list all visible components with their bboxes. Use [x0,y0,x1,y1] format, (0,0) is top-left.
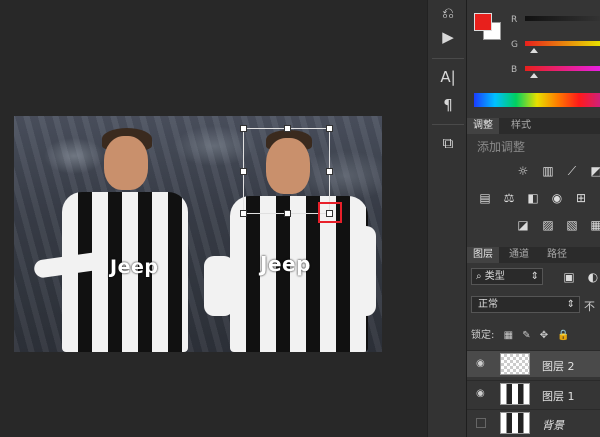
filter-image-icon[interactable]: ▣ [561,270,577,284]
layer-thumbnail [500,383,530,405]
channel-label-g: G [511,40,518,50]
layer-row[interactable]: ◉ 图层 2 [467,350,600,377]
foreground-color-swatch[interactable] [474,13,492,31]
levels-icon[interactable]: ▥ [540,164,556,178]
transform-handle-top-left[interactable] [240,125,247,132]
transform-handle-bottom-left[interactable] [240,210,247,217]
vibrance-icon[interactable]: ▤ [477,191,493,205]
tab-adjustments[interactable]: 调整 [467,118,499,134]
layer-name: 图层 1 [542,390,575,403]
transform-handle-right[interactable] [326,168,333,175]
black-white-icon[interactable]: ◧ [525,191,541,205]
blend-mode-select[interactable]: 正常 ⇕ [471,296,580,313]
character-icon[interactable]: A| [436,66,460,88]
tab-layers[interactable]: 图层 [467,247,499,263]
canvas-workspace[interactable]: Jeep Jeep [0,0,427,437]
posterize-icon[interactable]: ▨ [540,218,556,232]
photo-filter-icon[interactable]: ◉ [549,191,565,205]
eye-icon[interactable]: ◉ [476,359,488,369]
right-panels: R G B 调整 样式 添加调整 ☼ ▥ ⟋ ◩ ▤ ⚖ ◧ ◉ ⊞ ◪ ▨ ▧… [467,0,600,437]
threshold-icon[interactable]: ▧ [564,218,580,232]
g-slider-thumb[interactable] [530,48,538,53]
lock-label: 锁定: [471,330,495,341]
opacity-label: 不 [584,300,595,313]
lock-paint-icon[interactable]: ✎ [522,330,530,341]
tab-styles[interactable]: 样式 [505,118,537,134]
layer-filter-select[interactable]: ⌕ 类型 ⇕ [471,268,543,285]
select-arrows-icon: ⇕ [566,299,575,310]
search-icon: ⌕ [476,271,485,282]
select-arrows-icon: ⇕ [530,271,539,282]
layer-name: 背景 [542,419,564,432]
divider [432,58,464,59]
layer-name: 图层 2 [542,360,575,373]
layer-row[interactable]: 背景 [467,409,600,436]
play-icon[interactable]: ▶ [436,26,460,48]
channel-mixer-icon[interactable]: ⊞ [573,191,589,205]
transform-handle-top-right[interactable] [326,125,333,132]
lock-position-icon[interactable]: ✥ [540,330,548,341]
highlight-annotation-box [318,202,342,223]
brightness-icon[interactable]: ☼ [515,164,531,178]
curves-icon[interactable]: ⟋ [564,164,580,178]
player-left-head [104,136,148,190]
transform-handle-top[interactable] [284,125,291,132]
adjustments-tabs: 调整 样式 [467,118,600,134]
photoshop-window: Jeep Jeep ⎌ ▶ A| ¶ ⧉ R G B 调整 样式 添加调整 ☼ … [0,0,600,437]
invert-icon[interactable]: ◪ [515,218,531,232]
lock-row: 锁定: ▦ ✎ ✥ 🔒 [471,326,570,341]
jersey-sponsor-right: Jeep [260,252,311,276]
lock-transparent-icon[interactable]: ▦ [504,330,513,341]
visibility-toggle-icon[interactable] [476,418,486,428]
tab-paths[interactable]: 路径 [541,247,573,263]
transform-handle-left[interactable] [240,168,247,175]
transform-handle-bottom[interactable] [284,210,291,217]
gradient-map-icon[interactable]: ▦ [588,218,600,232]
exposure-icon[interactable]: ◩ [588,164,600,178]
player-left: Jeep [24,126,194,352]
divider [432,124,464,125]
g-slider-track[interactable] [525,41,600,46]
history-icon[interactable]: ⎌ [436,2,460,24]
color-spectrum-bar[interactable] [474,93,600,107]
b-slider-thumb[interactable] [530,73,538,78]
tab-channels[interactable]: 通道 [503,247,535,263]
panel-icon-column: ⎌ ▶ A| ¶ ⧉ [427,0,467,437]
lock-all-icon[interactable]: 🔒 [557,330,569,341]
layers-tabs: 图层 通道 路径 [467,247,600,263]
eye-icon[interactable]: ◉ [476,389,488,399]
player-right-arm-2 [352,226,376,316]
channel-label-b: B [511,65,518,75]
r-slider-track[interactable] [525,16,600,21]
3d-icon[interactable]: ⧉ [436,132,460,154]
jersey-sponsor-left: Jeep [110,256,159,278]
add-adjustment-title: 添加调整 [477,140,526,154]
channel-label-r: R [511,15,518,25]
paragraph-icon[interactable]: ¶ [436,94,460,116]
transform-bounding-box[interactable] [240,125,333,217]
player-right-arm [204,256,234,316]
filter-adjust-icon[interactable]: ◐ [585,270,600,284]
layer-thumbnail [500,412,530,434]
layer-filter-value: 类型 [484,271,505,282]
layer-row[interactable]: ◉ 图层 1 [467,380,600,407]
blend-mode-value: 正常 [478,299,498,310]
color-balance-icon[interactable]: ⚖ [501,191,517,205]
b-slider-track[interactable] [525,66,600,71]
color-panel: R G B [467,0,600,114]
layer-thumbnail [500,353,530,375]
